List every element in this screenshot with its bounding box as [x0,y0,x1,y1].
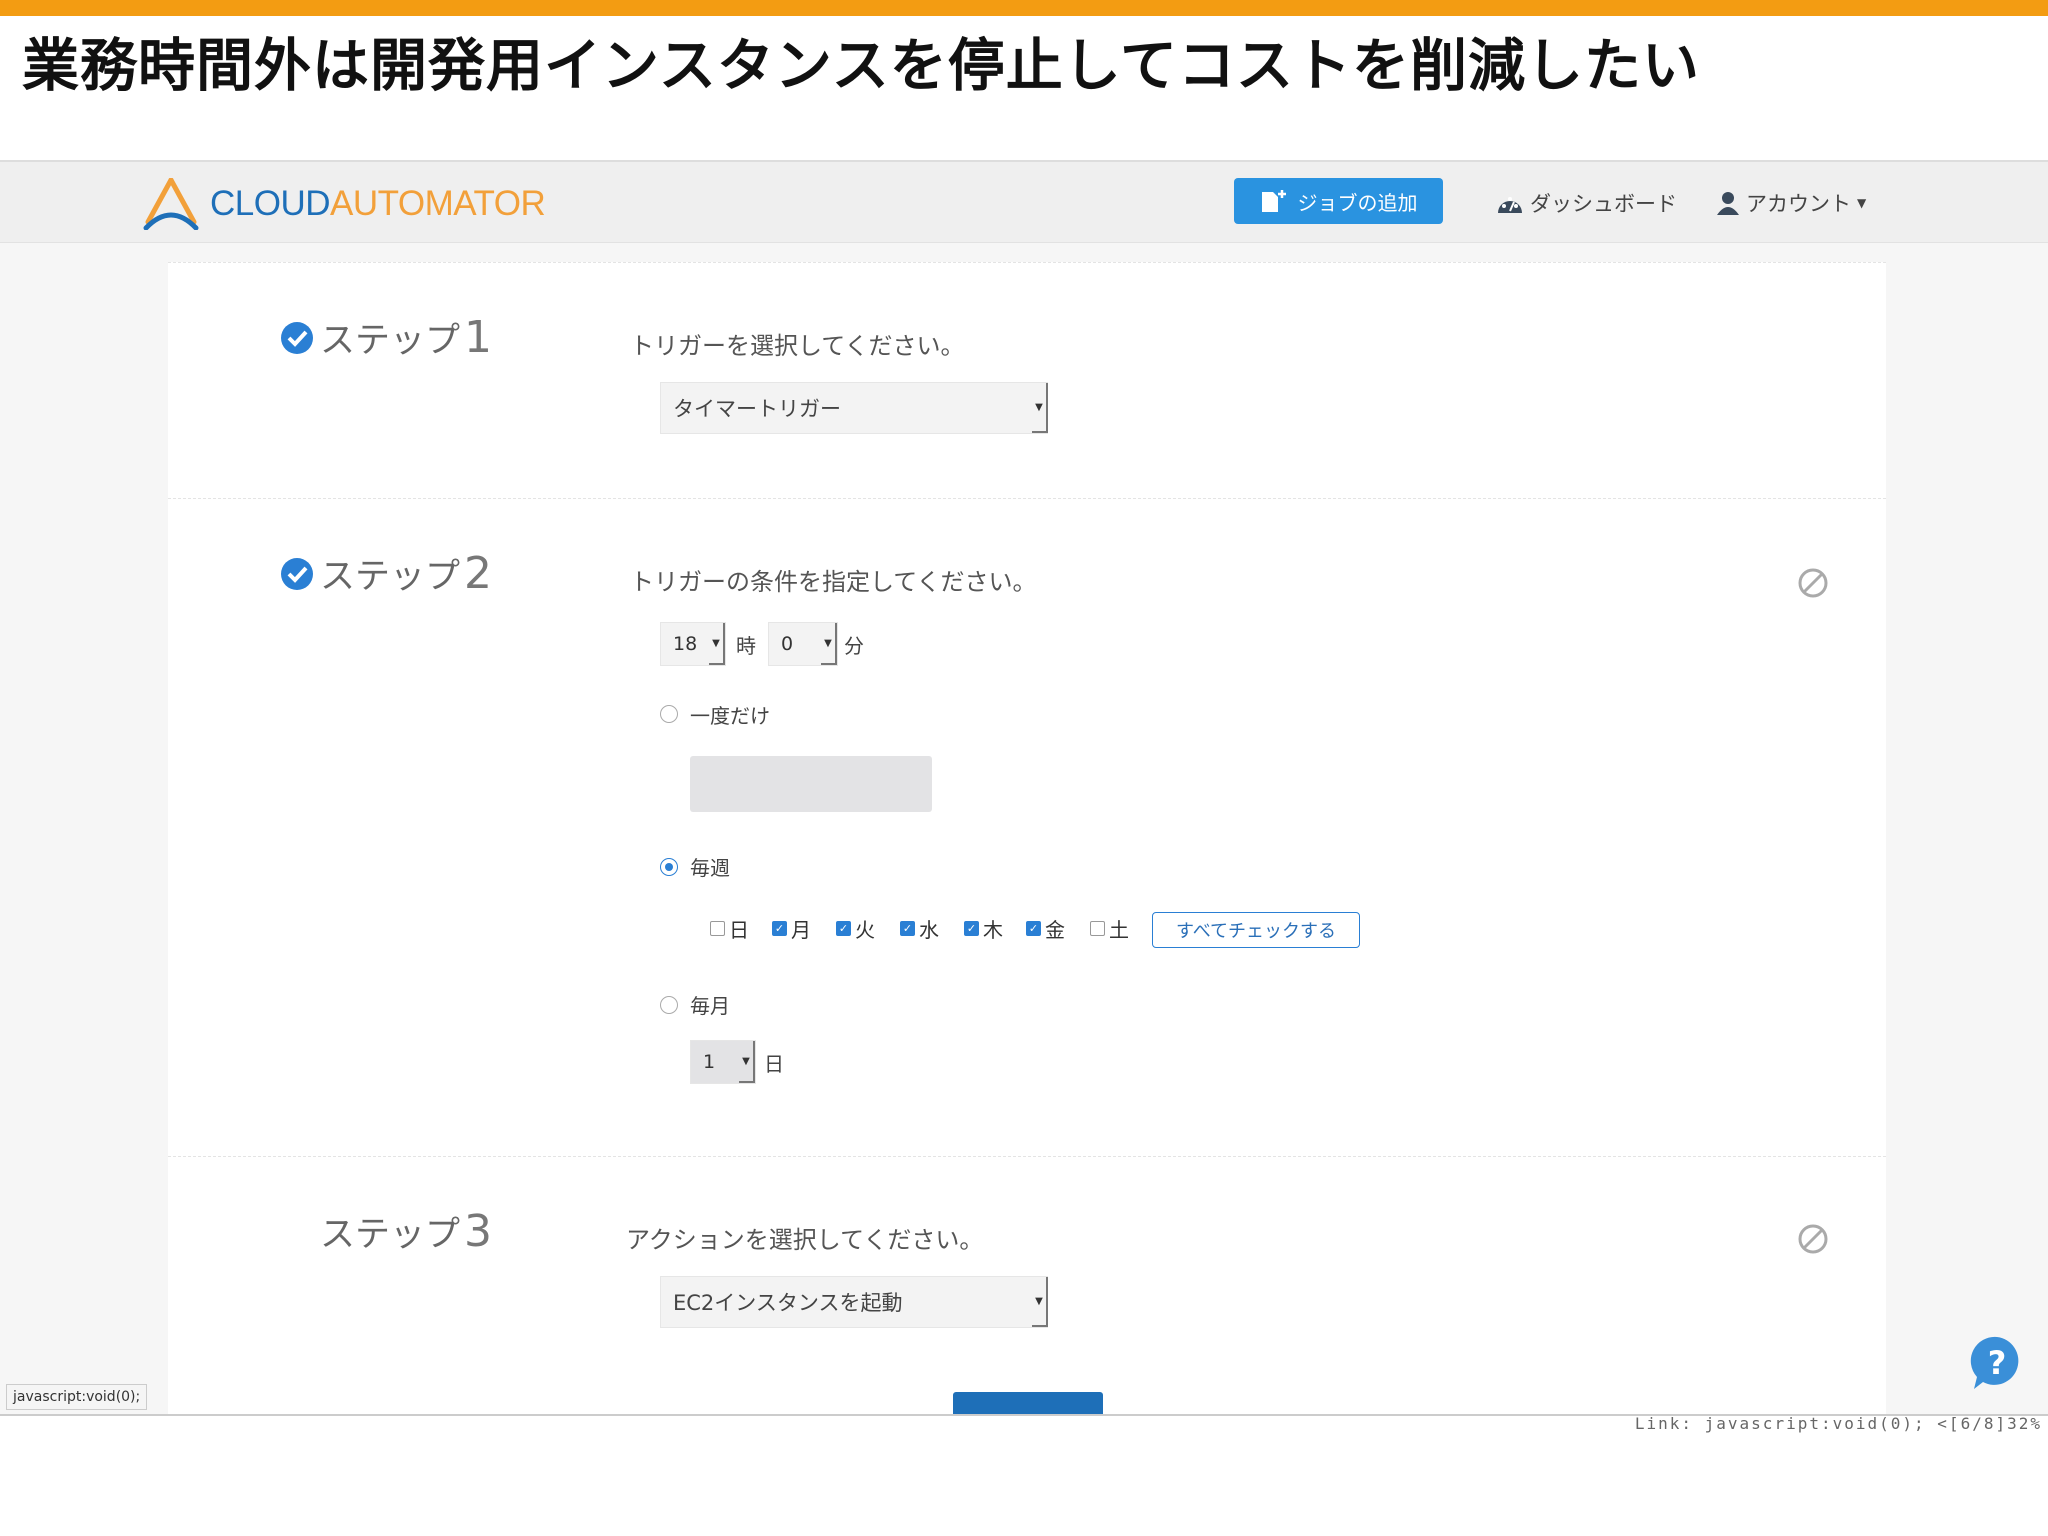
step2-instruction: トリガーの条件を指定してください。 [630,568,1037,596]
minute-value: 0 [781,633,794,655]
day-fri-checkbox[interactable]: 金 [1026,914,1065,943]
add-job-label: ジョブの追加 [1297,190,1418,215]
ban-icon[interactable] [1798,1224,1828,1254]
slide-accent-bar [0,0,2048,16]
once-date-input[interactable] [690,756,932,812]
day-wed-label: 水 [919,918,939,942]
save-button[interactable] [953,1392,1103,1414]
step1-label: ステップ [320,321,461,361]
day-sat-checkbox[interactable]: 土 [1090,914,1129,943]
user-icon [1717,192,1739,215]
day-sat-label: 土 [1109,918,1129,942]
month-day-select[interactable]: 1 ▼ [690,1040,756,1084]
trigger-select[interactable]: タイマートリガー ▼ [660,382,1048,434]
caret-down-icon: ▼ [1857,196,1867,210]
day-sun-label: 日 [729,918,749,942]
day-mon-checkbox[interactable]: 月 [772,914,811,943]
day-thu-label: 木 [983,918,1003,942]
logo-text: CLOUDAUTOMATOR [210,184,546,224]
step-divider-2 [168,1156,1886,1157]
day-fri-label: 金 [1045,918,1065,942]
step2-label: ステップ [320,557,461,597]
dashboard-gauge-icon [1498,197,1522,213]
day-thu-checkbox[interactable]: 木 [964,914,1003,943]
month-day-value: 1 [703,1051,716,1073]
step-divider-1 [168,498,1886,499]
step2-heading: ステップ 2 [280,548,492,599]
day-sun-checkbox[interactable]: 日 [710,914,749,943]
logo-mark-icon [143,178,199,230]
step3-heading: ステップ 3 [320,1206,492,1257]
help-question-icon[interactable]: ? [1968,1334,2026,1392]
radio-once[interactable] [660,705,678,723]
svg-text:?: ? [1988,1344,2007,1382]
action-select-value: EC2インスタンスを起動 [673,1291,903,1315]
trigger-select-value: タイマートリガー [673,397,841,421]
ban-icon[interactable] [1798,568,1828,598]
day-wed-checkbox[interactable]: 水 [900,914,939,943]
checkbox-checked-icon [964,921,979,936]
nav-dashboard-label: ダッシュボード [1530,192,1677,216]
step2-number: 2 [464,548,493,599]
step1-heading: ステップ 1 [280,312,492,363]
select-caret-icon: ▼ [739,1041,755,1083]
minute-select[interactable]: 0 ▼ [768,622,838,666]
logo[interactable]: CLOUDAUTOMATOR [142,178,546,230]
nav-account-label: アカウント [1746,192,1851,216]
checkbox-checked-icon [772,921,787,936]
action-select[interactable]: EC2インスタンスを起動 ▼ [660,1276,1048,1328]
step3-label: ステップ [320,1215,461,1255]
checkbox-checked-icon [836,921,851,936]
checkbox-checked-icon [1026,921,1041,936]
nav-account[interactable]: アカウント ▼ [1716,188,1866,218]
step3-instruction: アクションを選択してください。 [626,1226,984,1254]
check-circle-icon [281,321,313,354]
add-job-button[interactable]: ジョブの追加 [1234,178,1443,224]
new-file-icon [1261,190,1286,212]
link-preview-status: javascript:void(0); [6,1384,148,1410]
checkbox-icon [710,921,725,936]
day-mon-label: 月 [791,918,811,942]
radio-weekly-label: 毎週 [690,856,730,880]
app-screenshot: CLOUDAUTOMATOR ジョブの追加 ダッシュボード アカウント ▼ ステ… [0,160,2048,1416]
select-caret-icon: ▼ [1032,1277,1048,1327]
vim-status-line: Link: javascript:void(0); <[6/8]32% [1634,1414,2042,1433]
navbar: CLOUDAUTOMATOR ジョブの追加 ダッシュボード アカウント ▼ [0,162,2048,243]
panel-top-divider [168,262,1886,263]
check-all-button[interactable]: すべてチェックする [1152,912,1360,948]
hour-select[interactable]: 18 ▼ [660,622,726,666]
hour-unit: 時 [736,634,756,658]
check-circle-icon [281,557,313,590]
month-day-unit: 日 [764,1052,784,1076]
logo-text-cloud: CLOUD [210,184,331,223]
day-tue-label: 火 [855,918,875,942]
checkbox-icon [1090,921,1105,936]
hour-value: 18 [673,633,698,655]
select-caret-icon: ▼ [709,623,725,665]
nav-dashboard[interactable]: ダッシュボード [1496,188,1677,218]
day-tue-checkbox[interactable]: 火 [836,914,875,943]
checkbox-checked-icon [900,921,915,936]
select-caret-icon: ▼ [1032,383,1048,433]
slide-title: 業務時間外は開発用インスタンスを停止してコストを削減したい [22,33,1701,99]
select-caret-icon: ▼ [821,623,837,665]
step1-number: 1 [464,312,493,363]
step1-instruction: トリガーを選択してください。 [630,332,965,360]
minute-unit: 分 [844,634,864,658]
radio-weekly[interactable] [660,858,678,876]
step3-number: 3 [464,1206,493,1257]
radio-monthly[interactable] [660,996,678,1014]
radio-once-label: 一度だけ [690,704,770,728]
radio-monthly-label: 毎月 [690,994,730,1018]
logo-text-automator: AUTOMATOR [330,184,546,223]
job-form-panel: ステップ 1 トリガーを選択してください。 タイマートリガー ▼ ステップ 2 トリ… [168,262,1886,1414]
